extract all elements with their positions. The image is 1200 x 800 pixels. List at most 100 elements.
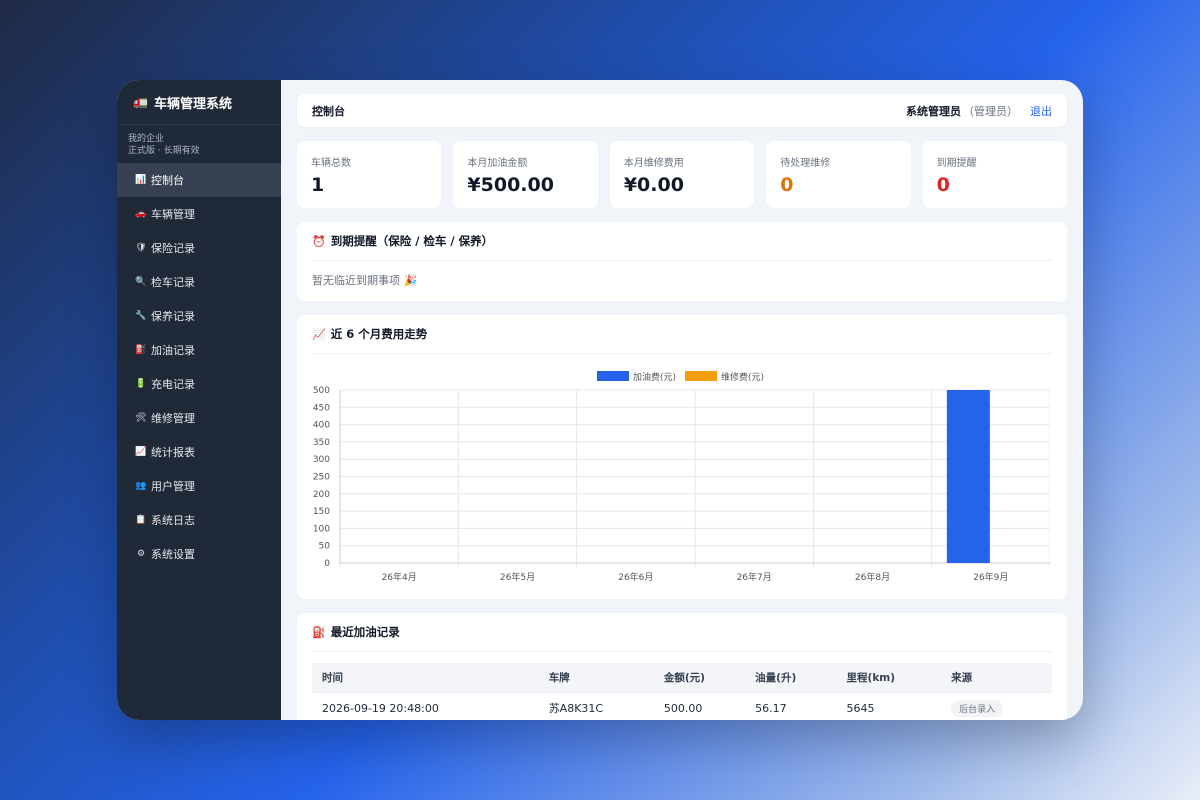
x-tick-label: 26年8月 bbox=[855, 571, 890, 583]
users-icon: 👥 bbox=[135, 481, 147, 491]
sidebar-item-settings[interactable]: ⚙ 系统设置 bbox=[117, 537, 281, 571]
y-tick-label: 500 bbox=[313, 386, 330, 396]
y-tick-label: 0 bbox=[324, 559, 330, 569]
brand[interactable]: 🚛 车辆管理系统 bbox=[117, 80, 281, 125]
stat-label: 本月加油金额 bbox=[467, 158, 528, 169]
gear-icon: ⚙ bbox=[136, 549, 146, 559]
sidebar-nav: 📊 控制台 🚗 车辆管理 🛡 保险记录 🔍 检车记录 🔧 保养记录 ⛽ 加油记录 🔋 充电记录 🛠 维修管理 📈… bbox=[117, 163, 281, 571]
table-header-row: 时间 车牌 金额(元) 油量(升) 里程(km) 来源 bbox=[312, 663, 1052, 692]
stat-card-fuel-amount: 本月加油金额 ¥500.00 bbox=[453, 141, 598, 208]
sidebar-item-inspection[interactable]: 🔍 检车记录 bbox=[117, 265, 281, 299]
reminder-card: ⏰ 到期提醒（保险 / 检车 / 保养） 暂无临近到期事项 🎉 bbox=[297, 222, 1067, 301]
sidebar-item-label: 系统设置 bbox=[151, 548, 195, 561]
chart-icon: 📈 bbox=[312, 327, 326, 341]
wrench-icon: 🔧 bbox=[135, 311, 147, 321]
org-plan: 正式版 · 长期有效 bbox=[128, 146, 200, 156]
legend-swatch bbox=[685, 371, 717, 381]
y-tick-label: 350 bbox=[313, 438, 330, 448]
source-cell: 后台录入 bbox=[941, 691, 1052, 720]
table-cell: 5645 bbox=[836, 691, 942, 720]
column-header: 金额(元) bbox=[663, 671, 705, 684]
sidebar-item-maintenance[interactable]: 🔧 保养记录 bbox=[117, 299, 281, 333]
fuel-pump-icon: ⛽ bbox=[135, 345, 147, 355]
reminder-empty-text: 暂无临近到期事项 🎉 bbox=[312, 274, 418, 287]
sidebar-item-charging[interactable]: 🔋 充电记录 bbox=[117, 367, 281, 401]
sidebar-item-insurance[interactable]: 🛡 保险记录 bbox=[117, 231, 281, 265]
chart-area: 加油费(元) 维修费(元) 0 50 100 150 200 250 300 350 400 450 5… bbox=[312, 354, 1052, 599]
stat-value: 1 bbox=[311, 174, 325, 196]
stat-value: ¥500.00 bbox=[467, 174, 554, 196]
y-tick-label: 400 bbox=[313, 421, 330, 431]
bar-fuel bbox=[946, 390, 990, 563]
sidebar-item-label: 用户管理 bbox=[151, 480, 195, 493]
fuel-card: ⛽ 最近加油记录 时间 车牌 金额(元) 油量(升) 里程(km) 来源 2026-09-… bbox=[297, 613, 1067, 720]
sidebar-item-label: 维修管理 bbox=[151, 412, 195, 425]
main-content: 控制台 系统管理员 （管理员） 退出 车辆总数 1 本月加油金额 ¥500.00 本月维… bbox=[281, 80, 1083, 720]
admin-role: （管理员） bbox=[963, 104, 1018, 118]
sidebar-item-users[interactable]: 👥 用户管理 bbox=[117, 469, 281, 503]
sidebar-item-label: 系统日志 bbox=[151, 514, 195, 527]
reminder-header: ⏰ 到期提醒（保险 / 检车 / 保养） bbox=[312, 222, 1052, 261]
stat-label: 到期提醒 bbox=[936, 158, 977, 169]
legend-label: 加油费(元) bbox=[633, 371, 676, 383]
truck-icon: 🚛 bbox=[133, 95, 148, 109]
sidebar-item-label: 充电记录 bbox=[151, 378, 195, 391]
sidebar-item-reports[interactable]: 📈 统计报表 bbox=[117, 435, 281, 469]
car-icon: 🚗 bbox=[135, 209, 147, 219]
stat-card-vehicle-count: 车辆总数 1 bbox=[297, 141, 442, 208]
legend-label: 维修费(元) bbox=[721, 371, 764, 383]
logout-link[interactable]: 退出 bbox=[1030, 103, 1052, 119]
sidebar-item-fuel[interactable]: ⛽ 加油记录 bbox=[117, 333, 281, 367]
trend-title: 近 6 个月费用走势 bbox=[330, 327, 428, 341]
alarm-clock-icon: ⏰ bbox=[312, 234, 326, 248]
sidebar-item-repair[interactable]: 🛠 维修管理 bbox=[117, 401, 281, 435]
sidebar-item-vehicles[interactable]: 🚗 车辆管理 bbox=[117, 197, 281, 231]
fuel-pump-icon: ⛽ bbox=[312, 625, 326, 639]
bar-chart-icon: 📊 bbox=[135, 175, 147, 185]
table-cell: 56.17 bbox=[745, 691, 837, 720]
stat-card-repair-cost: 本月维修费用 ¥0.00 bbox=[609, 141, 755, 208]
app-window: 🚛 车辆管理系统 我的企业 正式版 · 长期有效 📊 控制台 🚗 车辆管理 🛡 保险记录 🔍… bbox=[117, 80, 1083, 720]
cost-trend-chart: 加油费(元) 维修费(元) 0 50 100 150 200 250 300 350 400 450 5… bbox=[313, 371, 1051, 583]
y-tick-label: 450 bbox=[313, 403, 330, 413]
reminder-title: 到期提醒（保险 / 检车 / 保养） bbox=[330, 234, 494, 248]
y-tick-label: 50 bbox=[319, 542, 331, 552]
stats-row: 车辆总数 1 本月加油金额 ¥500.00 本月维修费用 ¥0.00 待处理维修 0 到期提醒 0 bbox=[297, 141, 1068, 208]
column-header: 车牌 bbox=[548, 671, 570, 684]
x-tick-label: 26年4月 bbox=[382, 571, 417, 583]
table-cell: 苏A8K31C bbox=[538, 691, 654, 720]
admin-name: 系统管理员 bbox=[906, 104, 961, 118]
table-row[interactable]: 2026-09-19 20:48:00 苏A8K31C 500.00 56.17 564… bbox=[312, 691, 1052, 720]
topbar: 控制台 系统管理员 （管理员） 退出 bbox=[297, 94, 1067, 127]
sidebar-item-logs[interactable]: 📋 系统日志 bbox=[117, 503, 281, 537]
shield-icon: 🛡 bbox=[135, 243, 147, 253]
legend-swatch bbox=[597, 371, 629, 381]
tools-icon: 🛠 bbox=[135, 413, 147, 423]
stat-label: 待处理维修 bbox=[780, 158, 831, 169]
sidebar-item-label: 车辆管理 bbox=[151, 208, 195, 221]
trend-card: 📈 近 6 个月费用走势 加油费(元) 维修费(元) 0 50 100 150 200 250… bbox=[297, 315, 1067, 599]
fuel-table: 时间 车牌 金额(元) 油量(升) 里程(km) 来源 2026-09-19 20:48:… bbox=[312, 663, 1052, 720]
fuel-header: ⛽ 最近加油记录 bbox=[312, 613, 1052, 652]
fuel-title: 最近加油记录 bbox=[330, 625, 400, 639]
y-tick-label: 150 bbox=[313, 507, 330, 517]
stat-value: ¥0.00 bbox=[623, 174, 684, 196]
clipboard-icon: 📋 bbox=[135, 515, 147, 525]
stat-value: 0 bbox=[936, 174, 950, 196]
magnifier-icon: 🔍 bbox=[135, 277, 147, 287]
x-tick-label: 26年9月 bbox=[973, 571, 1008, 583]
column-header: 油量(升) bbox=[755, 671, 797, 684]
sidebar-item-label: 保险记录 bbox=[151, 242, 195, 255]
brand-title: 车辆管理系统 bbox=[153, 96, 232, 112]
sidebar-item-dashboard[interactable]: 📊 控制台 bbox=[117, 163, 281, 197]
x-tick-label: 26年6月 bbox=[618, 571, 653, 583]
page-title: 控制台 bbox=[312, 104, 345, 118]
table-cell: 500.00 bbox=[653, 691, 746, 720]
x-tick-label: 26年5月 bbox=[500, 571, 535, 583]
sidebar-item-label: 加油记录 bbox=[151, 344, 195, 357]
stat-label: 本月维修费用 bbox=[623, 158, 684, 169]
sidebar: 🚛 车辆管理系统 我的企业 正式版 · 长期有效 📊 控制台 🚗 车辆管理 🛡 保险记录 🔍… bbox=[117, 80, 281, 720]
user-area: 系统管理员 （管理员） 退出 bbox=[906, 103, 1052, 119]
sidebar-item-label: 控制台 bbox=[151, 174, 184, 187]
stat-label: 车辆总数 bbox=[311, 158, 351, 169]
